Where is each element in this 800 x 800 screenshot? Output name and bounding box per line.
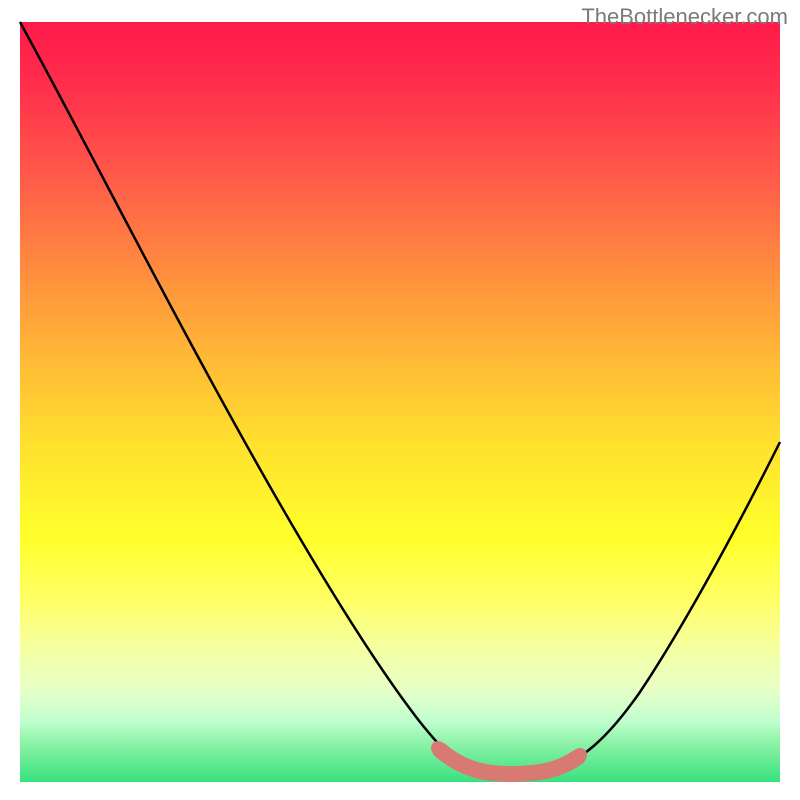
optimal-zone-highlight <box>440 750 578 774</box>
bottleneck-chart <box>20 22 780 782</box>
highlight-end-dot-right <box>573 748 587 762</box>
attribution-watermark: TheBottlenecker.com <box>581 4 788 30</box>
highlight-end-dot-left <box>431 741 445 755</box>
bottleneck-curve-line <box>20 22 780 772</box>
